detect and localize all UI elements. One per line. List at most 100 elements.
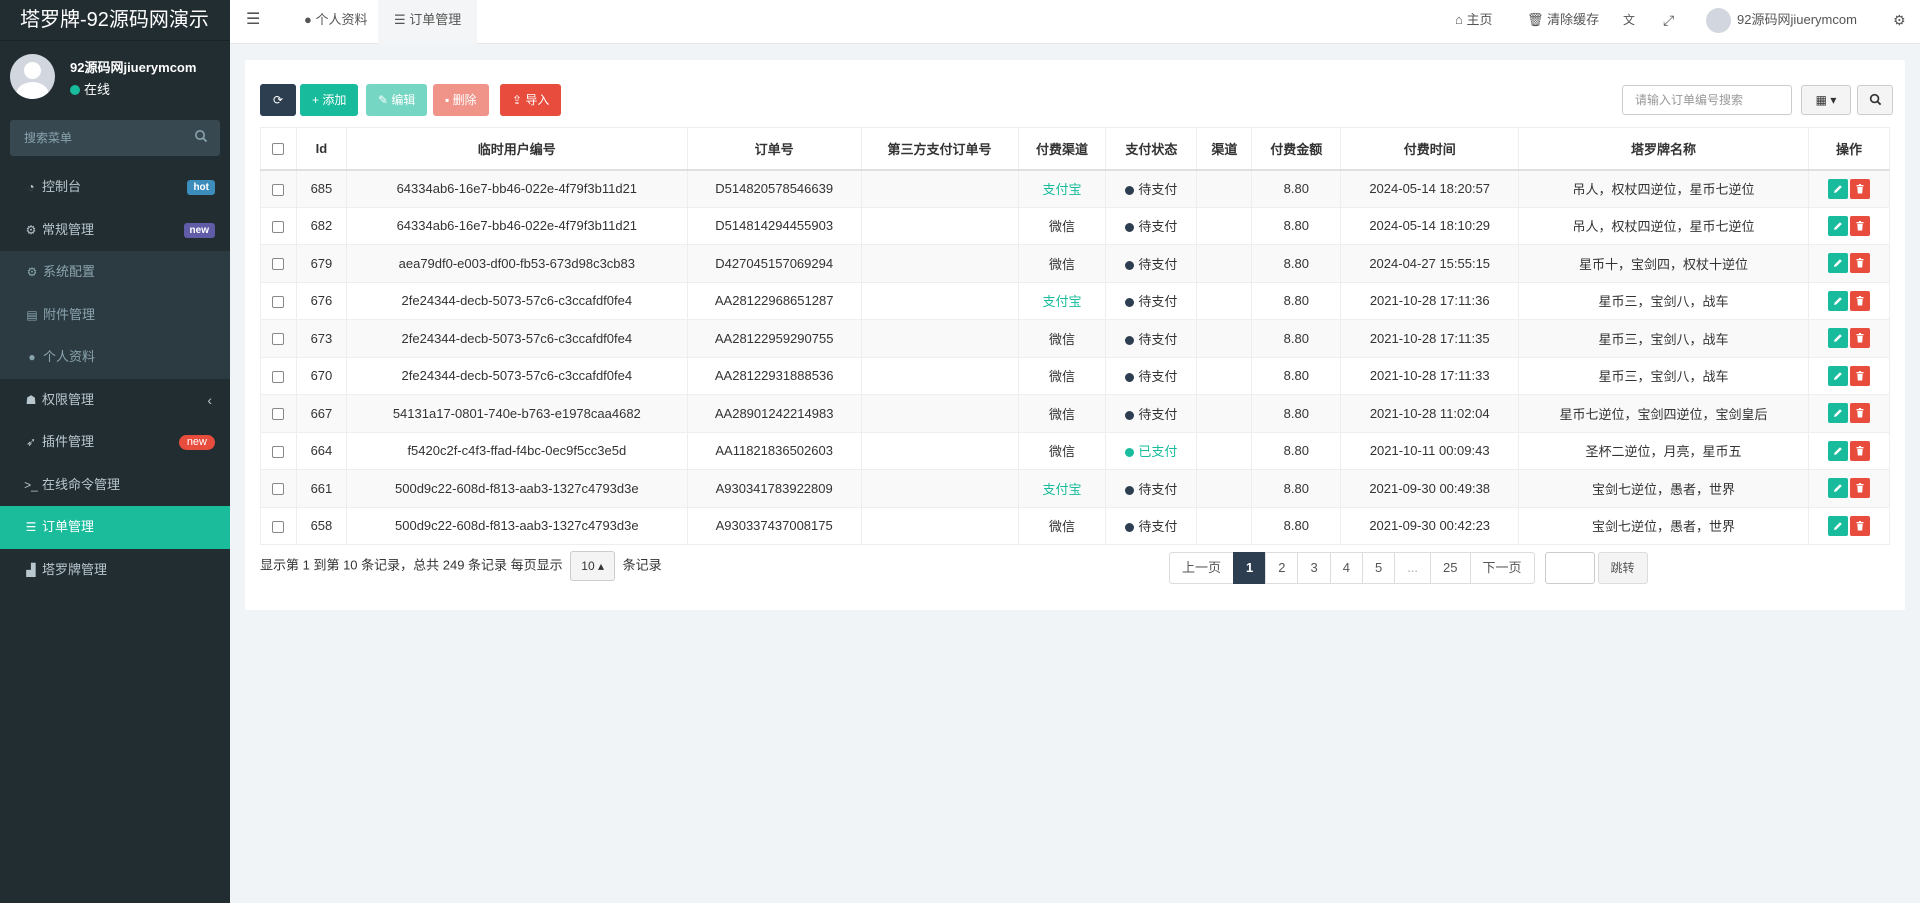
pay-channel-label[interactable]: 支付宝 [1042, 482, 1081, 497]
row-checkbox[interactable] [260, 431, 297, 470]
checkbox[interactable] [272, 333, 285, 346]
page-button[interactable]: 4 [1329, 552, 1363, 584]
menu-toggle-icon[interactable]: ☰ [246, 0, 260, 44]
row-edit-button[interactable] [1827, 365, 1848, 386]
page-button[interactable]: 5 [1361, 552, 1396, 584]
sidebar-item-general[interactable]: ⚙ 常规管理 new [0, 209, 230, 252]
row-delete-button[interactable] [1849, 515, 1870, 536]
add-button[interactable]: + 添加 [300, 84, 359, 116]
table-row[interactable]: 664 f5420c2f-c4f3-ffad-f4bc-0ec9f5cc3e5d A… [260, 431, 1891, 470]
column-header[interactable]: 临时用户编号 [345, 127, 688, 171]
row-checkbox[interactable] [260, 506, 297, 545]
column-header[interactable]: 支付状态 [1105, 127, 1198, 171]
row-edit-button[interactable] [1827, 440, 1848, 461]
jump-page-input[interactable] [1544, 552, 1595, 584]
column-header[interactable]: 第三方支付订单号 [860, 127, 1019, 171]
home-link[interactable]: ⌂ 主页 [1455, 0, 1492, 44]
row-edit-button[interactable] [1827, 478, 1848, 499]
checkbox[interactable] [272, 143, 285, 156]
page-button[interactable]: 25 [1430, 552, 1471, 584]
row-checkbox[interactable] [260, 169, 297, 208]
row-checkbox[interactable] [260, 206, 297, 245]
fullscreen-icon[interactable]: ⤢ [1663, 0, 1674, 44]
table-row[interactable]: 661 500d9c22-608d-f813-aab3-1327c4793d3e A… [260, 469, 1891, 508]
table-row[interactable]: 676 2fe24344-decb-5073-57c6-c3ccafdf0fe4 A… [260, 281, 1891, 320]
row-checkbox[interactable] [260, 394, 297, 433]
checkbox[interactable] [272, 295, 285, 308]
checkbox[interactable] [272, 220, 285, 233]
checkbox[interactable] [272, 408, 285, 421]
import-button[interactable]: ⇪ 导入 [500, 84, 562, 116]
pay-channel-label[interactable]: 支付宝 [1042, 182, 1081, 197]
row-checkbox[interactable] [260, 356, 297, 395]
jump-button[interactable]: 跳转 [1597, 552, 1648, 584]
table-row[interactable]: 670 2fe24344-decb-5073-57c6-c3ccafdf0fe4 A… [260, 356, 1891, 395]
clear-cache-button[interactable]: 🗑 清除缓存 [1527, 0, 1599, 44]
row-checkbox[interactable] [260, 244, 297, 283]
row-edit-button[interactable] [1827, 290, 1848, 311]
row-delete-button[interactable] [1849, 178, 1870, 199]
search-icon[interactable] [194, 129, 212, 147]
row-checkbox[interactable] [260, 319, 297, 358]
refresh-button[interactable]: ⟳ [260, 84, 296, 116]
table-row[interactable]: 682 64334ab6-16e7-bb46-022e-4f79f3b11d21 D… [260, 206, 1891, 245]
row-delete-button[interactable] [1849, 478, 1870, 499]
sidebar-item-permissions[interactable]: ☗ 权限管理 ‹ [0, 379, 230, 422]
checkbox[interactable] [272, 520, 285, 533]
column-header[interactable]: 渠道 [1196, 127, 1253, 171]
table-row[interactable]: 685 64334ab6-16e7-bb46-022e-4f79f3b11d21 D… [260, 169, 1891, 208]
page-button[interactable]: 2 [1265, 552, 1299, 584]
row-delete-button[interactable] [1849, 328, 1870, 349]
sidebar-search-input[interactable] [10, 120, 180, 156]
sidebar-item-attachments[interactable]: ▤ 附件管理 [0, 293, 230, 336]
row-edit-button[interactable] [1827, 515, 1848, 536]
column-header[interactable]: 付费渠道 [1017, 127, 1107, 171]
search-button[interactable] [1857, 85, 1893, 115]
row-edit-button[interactable] [1827, 215, 1848, 236]
row-delete-button[interactable] [1849, 290, 1870, 311]
row-edit-button[interactable] [1827, 178, 1848, 199]
sidebar-item-dashboard[interactable]: ◔ 控制台 hot [0, 166, 230, 209]
row-delete-button[interactable] [1849, 215, 1870, 236]
header-user[interactable]: 92源码网jiuerymcom [1706, 0, 1857, 44]
table-row[interactable]: 658 500d9c22-608d-f813-aab3-1327c4793d3e A… [260, 506, 1891, 545]
page-button[interactable]: 3 [1297, 552, 1331, 584]
column-header[interactable]: Id [295, 127, 347, 171]
row-delete-button[interactable] [1849, 403, 1870, 424]
sidebar-item-tarot[interactable]: ▟ 塔罗牌管理 [0, 549, 230, 592]
column-header[interactable]: 付费时间 [1340, 127, 1520, 171]
checkbox[interactable] [272, 370, 285, 383]
next-page-button[interactable]: 下一页 [1469, 552, 1535, 584]
page-size-dropdown[interactable]: 10 ▴ [570, 551, 616, 581]
row-delete-button[interactable] [1849, 365, 1870, 386]
edit-button[interactable]: ✎ 编辑 [366, 84, 428, 116]
checkbox[interactable] [272, 258, 285, 271]
checkbox[interactable] [272, 445, 285, 458]
row-edit-button[interactable] [1827, 328, 1848, 349]
settings-icon[interactable]: ⚙ [1893, 0, 1906, 44]
columns-toggle-button[interactable]: ▦ ▾ [1801, 85, 1851, 115]
checkbox[interactable] [272, 483, 285, 496]
table-row[interactable]: 667 54131a17-0801-740e-b763-e1978caa4682 A… [260, 394, 1891, 433]
table-row[interactable]: 679 aea79df0-e003-df00-fb53-673d98c3cb83 D… [260, 244, 1891, 283]
row-delete-button[interactable] [1849, 440, 1870, 461]
column-header[interactable]: 付费金额 [1251, 127, 1342, 171]
table-row[interactable]: 673 2fe24344-decb-5073-57c6-c3ccafdf0fe4 A… [260, 319, 1891, 358]
prev-page-button[interactable]: 上一页 [1169, 552, 1235, 584]
row-checkbox[interactable] [260, 281, 297, 320]
delete-button[interactable]: ▪ 删除 [433, 84, 489, 116]
row-edit-button[interactable] [1827, 403, 1848, 424]
tab-profile[interactable]: ● 个人资料 [292, 0, 379, 44]
tab-orders[interactable]: ☰ 订单管理 [378, 0, 478, 44]
checkbox[interactable] [272, 183, 285, 196]
row-checkbox[interactable] [260, 469, 297, 508]
order-search-input[interactable] [1622, 85, 1792, 115]
language-icon[interactable]: 文 [1623, 0, 1635, 44]
row-edit-button[interactable] [1827, 253, 1848, 274]
brand-title[interactable]: 塔罗牌-92源码网演示 [0, 0, 230, 41]
sidebar-item-plugins[interactable]: ➶ 插件管理 new [0, 421, 230, 464]
column-header[interactable]: 塔罗牌名称 [1518, 127, 1809, 171]
sidebar-item-system-config[interactable]: ⚙ 系统配置 [0, 251, 230, 294]
pay-channel-label[interactable]: 支付宝 [1042, 294, 1081, 309]
column-header[interactable]: 订单号 [686, 127, 862, 171]
